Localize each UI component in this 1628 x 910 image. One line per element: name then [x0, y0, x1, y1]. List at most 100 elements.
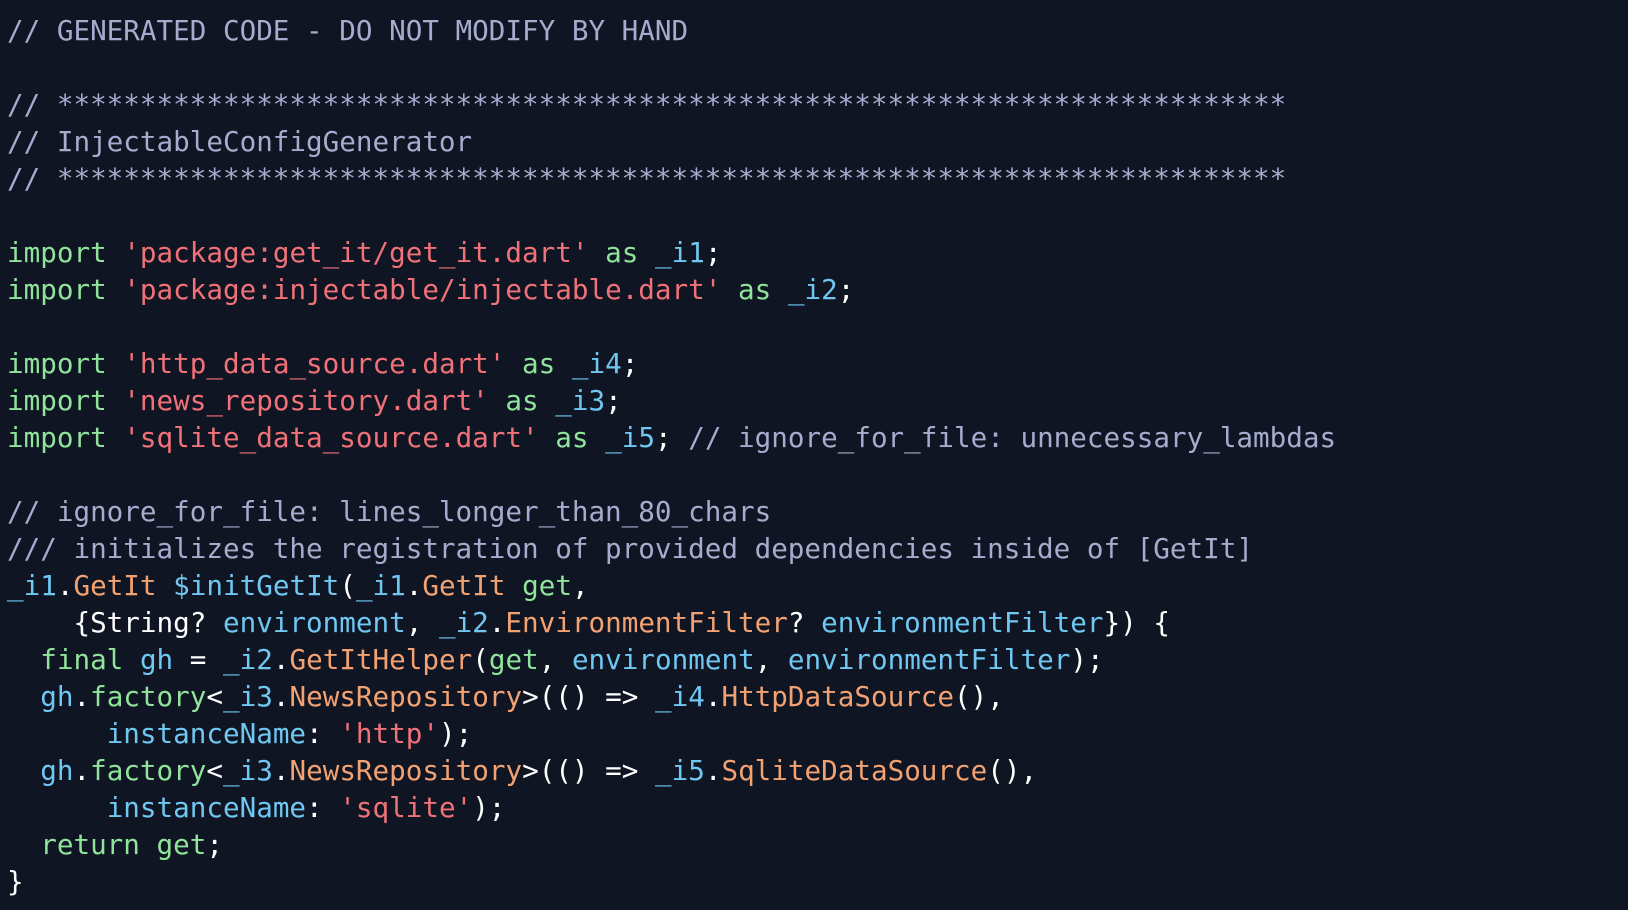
code-token-plain: ( [339, 569, 356, 602]
code-token-plain: . [272, 680, 290, 713]
code-token-keyword: import [7, 273, 107, 306]
code-token-plain: {String? [7, 606, 223, 639]
code-token-type: EnvironmentFilter [505, 606, 788, 639]
code-line: gh.factory<_i3.NewsRepository>(() => _i5… [7, 752, 1628, 789]
code-token-comment: /// initializes the registration of prov… [7, 532, 1253, 565]
code-line: _i1.GetIt $initGetIt(_i1.GetIt get, [7, 567, 1628, 604]
code-token-ident: gh [139, 643, 174, 676]
code-token-plain: < [206, 754, 224, 787]
code-block[interactable]: // GENERATED CODE - DO NOT MODIFY BY HAN… [7, 12, 1628, 900]
code-token-plain: , [405, 606, 439, 639]
code-token-type: HttpDataSource [721, 680, 955, 713]
code-line: import 'http_data_source.dart' as _i4; [7, 345, 1628, 382]
code-token-ident: _i4 [654, 680, 705, 713]
code-token-ident: _i3 [223, 754, 273, 787]
code-token-keyword: as [738, 273, 772, 306]
code-token-plain: . [405, 569, 423, 602]
code-token-plain: }) { [1103, 606, 1170, 639]
code-line: import 'sqlite_data_source.dart' as _i5;… [7, 419, 1628, 456]
code-token-ident: _i2 [223, 643, 273, 676]
code-token-plain: ); [438, 717, 473, 750]
code-token-ident: instanceName [106, 791, 307, 824]
code-token-ident: _i5 [605, 421, 655, 454]
code-line: import 'news_repository.dart' as _i3; [7, 382, 1628, 419]
code-token-comment: // ignore_for_file: unnecessary_lambdas [688, 421, 1337, 454]
code-token-plain: (), [954, 680, 1004, 713]
code-token-ident: _i1 [7, 569, 57, 602]
code-token-ident: _i5 [654, 754, 705, 787]
code-token-keyword: as [505, 384, 539, 417]
code-token-ident: environment [571, 643, 755, 676]
code-token-ident: gh [40, 680, 74, 713]
code-token-type: SqliteDataSource [721, 754, 988, 787]
code-token-string: 'sqlite' [339, 791, 473, 824]
code-token-ident: _i3 [555, 384, 606, 417]
code-line: {String? environment, _i2.EnvironmentFil… [7, 604, 1628, 641]
code-line: // ignore_for_file: lines_longer_than_80… [7, 493, 1628, 530]
code-token-comment: // *************************************… [7, 88, 1287, 121]
code-token-keyword: as [555, 421, 589, 454]
code-token-keyword: import [7, 236, 107, 269]
code-line: instanceName: 'http'); [7, 715, 1628, 752]
code-token-plain: >(() => [522, 754, 655, 787]
code-token-plain: >(() => [522, 680, 655, 713]
code-token-ident: _i3 [223, 680, 273, 713]
code-token-plain: . [704, 680, 722, 713]
code-token-plain: ( [472, 643, 489, 676]
code-line: // *************************************… [7, 160, 1628, 197]
code-token-ident: _i2 [438, 606, 489, 639]
code-token-keyword: as [605, 236, 639, 269]
code-token-keyword: factory [90, 680, 207, 713]
code-token-ident: environment [222, 606, 406, 639]
code-token-type: NewsRepository [289, 754, 523, 787]
code-token-plain: (), [987, 754, 1038, 787]
code-token-string: 'package:injectable/injectable.dart' [123, 273, 722, 306]
code-token-plain: : [306, 717, 340, 750]
code-token-plain: ; [837, 273, 855, 306]
code-line: import 'package:get_it/get_it.dart' as _… [7, 234, 1628, 271]
code-token-plain: ; [206, 828, 224, 861]
code-token-plain: : [306, 791, 340, 824]
code-line: /// initializes the registration of prov… [7, 530, 1628, 567]
code-token-plain: } [7, 865, 24, 898]
code-token-keyword: final [40, 643, 124, 676]
code-token-plain: . [73, 754, 91, 787]
code-line: // GENERATED CODE - DO NOT MODIFY BY HAN… [7, 12, 1628, 49]
code-token-plain: . [488, 606, 506, 639]
code-token-ident: instanceName [106, 717, 307, 750]
code-token-string: 'sqlite_data_source.dart' [123, 421, 539, 454]
code-token-plain: , [538, 643, 572, 676]
code-token-comment: // *************************************… [7, 162, 1287, 195]
code-token-string: 'news_repository.dart' [123, 384, 489, 417]
code-line: instanceName: 'sqlite'); [7, 789, 1628, 826]
code-token-plain: . [73, 680, 91, 713]
code-token-plain: ); [472, 791, 506, 824]
code-editor[interactable]: // GENERATED CODE - DO NOT MODIFY BY HAN… [0, 0, 1628, 910]
code-token-ident: _i4 [571, 347, 622, 380]
code-token-plain: . [704, 754, 722, 787]
code-token-comment: // InjectableConfigGenerator [7, 125, 473, 158]
code-token-plain: ; [704, 236, 722, 269]
code-token-keyword: get [156, 828, 207, 861]
